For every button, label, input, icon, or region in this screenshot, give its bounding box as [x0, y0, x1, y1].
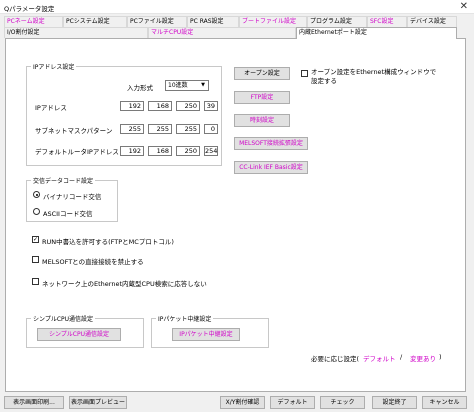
ip-octet-4[interactable]: 39 [204, 101, 218, 111]
subnet-octet-3[interactable]: 255 [176, 124, 200, 134]
input-format-select[interactable]: 10進数 ▼ [165, 80, 209, 91]
ip-packet-group-title: IPパケット中継設定 [156, 314, 214, 323]
xy-assignment-check-button[interactable]: X/Y割付確認 [220, 396, 265, 409]
finish-setting-button[interactable]: 設定終了 [372, 396, 417, 409]
no-response-checkbox[interactable] [32, 278, 39, 285]
tab-row-2: I/O割付設定 マルチCPU設定 内蔵Ethernetポート設定 [4, 27, 466, 39]
cancel-button[interactable]: キャンセル [422, 396, 467, 409]
tab-program[interactable]: プログラム設定 [307, 16, 367, 27]
window-title: Qパラメータ設定 [4, 5, 55, 13]
cclink-ief-basic-button[interactable]: CC-Link IEF Basic設定 [234, 161, 308, 174]
subnet-octet-4[interactable]: 0 [204, 124, 218, 134]
gateway-label: デフォルトルータIPアドレス [35, 148, 119, 156]
gateway-octet-3[interactable]: 250 [176, 146, 200, 156]
ip-address-label: IPアドレス [35, 104, 67, 112]
print-form-button[interactable]: 表示画面印刷... [4, 396, 64, 409]
ip-octet-3[interactable]: 250 [176, 101, 200, 111]
melsoft-direct-label: MELSOFTとの直接接続を禁止する [42, 258, 144, 266]
ip-packet-group: IPパケット中継設定 IPパケット中継設定 [151, 314, 269, 348]
tab-row-1: PCネーム設定 PCシステム設定 PCファイル設定 PC RAS設定 ブートファ… [4, 16, 466, 27]
tab-pc-ras[interactable]: PC RAS設定 [187, 16, 239, 27]
title-bar: Qパラメータ設定 ✕ [0, 0, 474, 14]
ascii-code-radio[interactable] [33, 208, 40, 215]
no-response-label: ネットワーク上のEthernet内蔵型CPU検索に応答しない [42, 280, 207, 288]
ascii-code-label: ASCIIコード交信 [43, 210, 93, 218]
subnet-octet-1[interactable]: 255 [120, 124, 144, 134]
input-format-value: 10進数 [168, 82, 188, 89]
check-mark-icon: ✓ [33, 236, 39, 243]
melsoft-direct-checkbox[interactable] [32, 256, 39, 263]
tab-pc-file[interactable]: PCファイル設定 [127, 16, 187, 27]
open-setting-button[interactable]: オープン設定 [234, 67, 290, 80]
ftp-setting-button[interactable]: FTP設定 [234, 91, 290, 104]
tab-builtin-ethernet[interactable]: 内蔵Ethernetポート設定 [296, 27, 457, 39]
legend-close: ) [439, 353, 442, 361]
run-write-label: RUN中書込を許可する(FTPとMCプロトコル) [42, 238, 174, 246]
print-preview-button[interactable]: 表示画面プレビュー [69, 396, 127, 409]
ip-octet-1[interactable]: 192 [120, 101, 144, 111]
close-icon[interactable]: ✕ [460, 1, 468, 13]
simple-cpu-group: シンプルCPU通信設定 シンプルCPU通信設定 [26, 314, 144, 348]
subnet-label: サブネットマスクパターン [35, 127, 113, 135]
ip-octet-2[interactable]: 168 [148, 101, 172, 111]
required-label: 必要に応じ設定( [311, 355, 360, 363]
time-setting-button[interactable]: 時刻設定 [234, 114, 290, 127]
tab-boot-file[interactable]: ブートファイル設定 [239, 16, 307, 27]
default-legend: デフォルト [363, 355, 396, 363]
tab-pc-system[interactable]: PCシステム設定 [63, 16, 127, 27]
tab-sfc[interactable]: SFC設定 [367, 16, 407, 27]
simple-cpu-group-title: シンプルCPU通信設定 [31, 314, 96, 323]
gateway-octet-4[interactable]: 254 [204, 146, 218, 156]
subnet-octet-2[interactable]: 255 [148, 124, 172, 134]
run-write-checkbox[interactable]: ✓ [32, 236, 39, 243]
changed-legend: 変更あり [410, 355, 436, 363]
tab-pc-name[interactable]: PCネーム設定 [4, 16, 63, 27]
settings-panel: IPアドレス設定 入力形式 10進数 ▼ IPアドレス 192 168 250 … [5, 38, 466, 392]
chevron-down-icon: ▼ [201, 82, 205, 88]
open-setting-window-label-2: 設定する [311, 77, 337, 85]
melsoft-extension-button[interactable]: MELSOFT接続拡張設定 [234, 137, 308, 150]
check-button[interactable]: チェック [320, 396, 365, 409]
input-format-label: 入力形式 [127, 84, 153, 92]
tab-io-assignment[interactable]: I/O割付設定 [4, 27, 148, 38]
data-code-group: 交信データコード設定 バイナリコード交信 ASCIIコード交信 [26, 176, 118, 222]
binary-code-label: バイナリコード交信 [43, 193, 102, 201]
tab-device[interactable]: デバイス設定 [407, 16, 457, 27]
simple-cpu-button[interactable]: シンプルCPU通信設定 [37, 328, 121, 341]
gateway-octet-1[interactable]: 192 [120, 146, 144, 156]
tab-multi-cpu[interactable]: マルチCPU設定 [148, 27, 296, 38]
ip-packet-button[interactable]: IPパケット中継設定 [172, 328, 240, 341]
binary-code-radio[interactable] [33, 191, 40, 198]
ip-address-group: IPアドレス設定 入力形式 10進数 ▼ IPアドレス 192 168 250 … [26, 62, 222, 166]
ip-group-title: IPアドレス設定 [31, 62, 77, 71]
data-code-group-title: 交信データコード設定 [31, 176, 96, 185]
legend-separator: / [400, 353, 403, 361]
default-button[interactable]: デフォルト [270, 396, 315, 409]
gateway-octet-2[interactable]: 168 [148, 146, 172, 156]
open-setting-window-checkbox[interactable] [301, 70, 308, 77]
